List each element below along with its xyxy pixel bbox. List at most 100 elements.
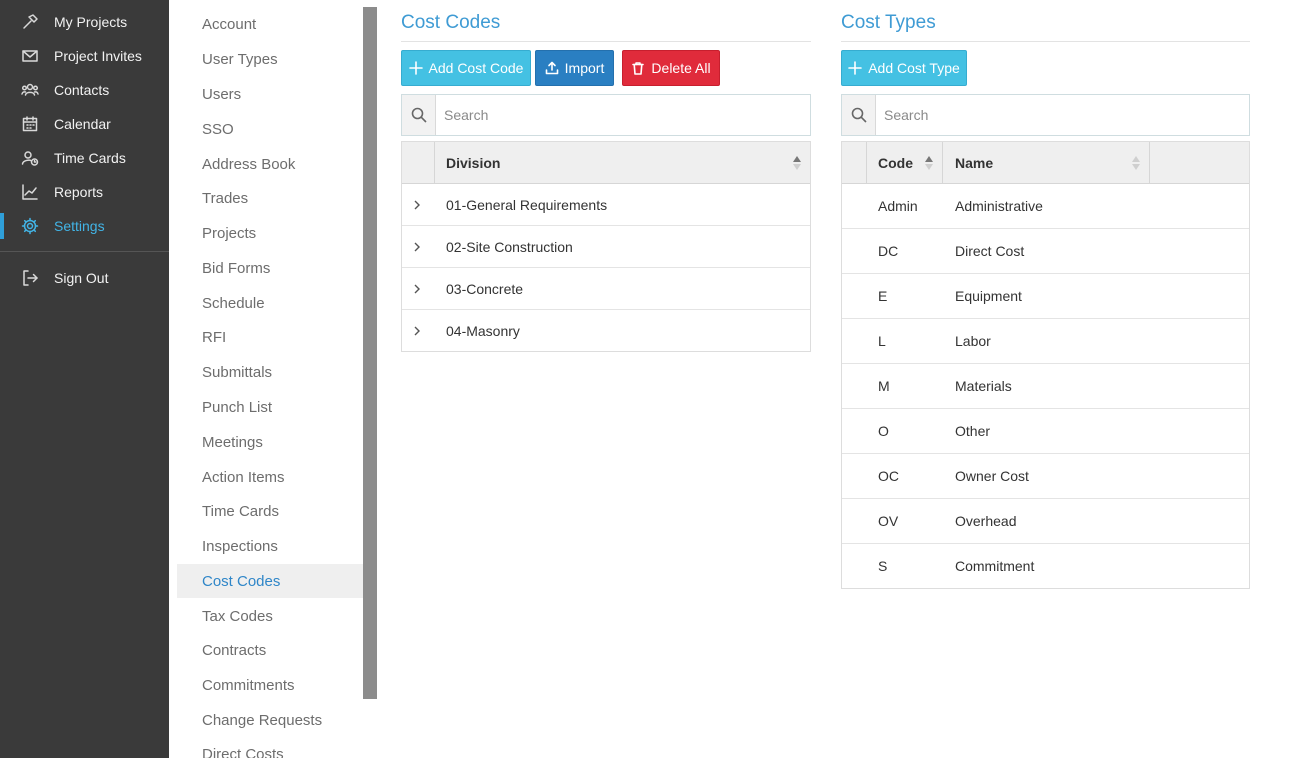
- cost-types-divider: [841, 41, 1250, 42]
- cost-codes-search-input[interactable]: [436, 95, 810, 135]
- nav-item-calendar[interactable]: Calendar: [0, 107, 169, 141]
- table-row[interactable]: Admin Administrative: [842, 184, 1249, 229]
- search-icon: [402, 95, 436, 135]
- cost-codes-title: Cost Codes: [401, 12, 501, 33]
- name-cell: Administrative: [955, 198, 1043, 214]
- nav-item-sign-out[interactable]: Sign Out: [0, 261, 169, 295]
- settings-item-action-items[interactable]: Action Items: [177, 460, 363, 494]
- chevron-right-icon[interactable]: [412, 184, 422, 225]
- chevron-right-icon[interactable]: [412, 268, 422, 309]
- settings-item-commitments[interactable]: Commitments: [177, 668, 363, 702]
- settings-item-projects[interactable]: Projects: [177, 216, 363, 250]
- name-cell: Commitment: [955, 558, 1035, 574]
- division-cell: 01-General Requirements: [446, 196, 608, 213]
- add-cost-type-button[interactable]: Add Cost Type: [841, 50, 967, 86]
- table-row[interactable]: DC Direct Cost: [842, 229, 1249, 274]
- people-icon: [20, 80, 40, 100]
- division-column-header[interactable]: Division: [435, 142, 810, 183]
- chevron-right-icon[interactable]: [412, 310, 422, 351]
- name-cell: Materials: [955, 378, 1012, 394]
- cost-types-table: Code Name Admin Administrative DC Direct…: [841, 141, 1250, 589]
- table-row[interactable]: 03-Concrete: [402, 268, 810, 310]
- nav-item-my-projects[interactable]: My Projects: [0, 5, 169, 39]
- table-row[interactable]: M Materials: [842, 364, 1249, 409]
- settings-item-time-cards[interactable]: Time Cards: [177, 494, 363, 528]
- table-row[interactable]: 02-Site Construction: [402, 226, 810, 268]
- settings-item-address-book[interactable]: Address Book: [177, 147, 363, 181]
- settings-item-bid-forms[interactable]: Bid Forms: [177, 251, 363, 285]
- hammer-icon: [20, 12, 40, 32]
- nav-label: Calendar: [54, 116, 111, 132]
- settings-item-user-types[interactable]: User Types: [177, 42, 363, 76]
- nav-label: My Projects: [54, 14, 128, 30]
- nav-item-time-cards[interactable]: Time Cards: [0, 141, 169, 175]
- sort-icon: [793, 156, 801, 170]
- table-row[interactable]: OV Overhead: [842, 499, 1249, 544]
- code-cell: Admin: [878, 198, 918, 214]
- envelope-icon: [20, 46, 40, 66]
- nav-label: Time Cards: [54, 150, 126, 166]
- settings-item-trades[interactable]: Trades: [177, 181, 363, 215]
- table-row[interactable]: S Commitment: [842, 544, 1249, 588]
- settings-menu-scrollbar[interactable]: [363, 7, 377, 699]
- table-header: Division: [402, 142, 810, 184]
- nav-label: Project Invites: [54, 48, 142, 64]
- code-column-header[interactable]: Code: [867, 142, 943, 183]
- code-cell: OC: [878, 468, 899, 484]
- settings-item-schedule[interactable]: Schedule: [177, 286, 363, 320]
- expand-column-header: [402, 142, 435, 183]
- settings-item-change-requests[interactable]: Change Requests: [177, 703, 363, 737]
- gear-icon: [20, 216, 40, 236]
- nav-label: Reports: [54, 184, 104, 200]
- import-button[interactable]: Import: [535, 50, 614, 86]
- code-cell: O: [878, 423, 889, 439]
- nav-item-project-invites[interactable]: Project Invites: [0, 39, 169, 73]
- sort-asc-icon: [925, 156, 933, 170]
- division-cell: 04-Masonry: [446, 322, 520, 339]
- chevron-right-icon[interactable]: [412, 226, 422, 267]
- add-cost-code-button[interactable]: Add Cost Code: [401, 50, 531, 86]
- plus-icon: [408, 61, 423, 75]
- table-row[interactable]: O Other: [842, 409, 1249, 454]
- settings-item-rfi[interactable]: RFI: [177, 320, 363, 354]
- settings-item-contracts[interactable]: Contracts: [177, 633, 363, 667]
- cost-types-search-input[interactable]: [876, 95, 1249, 135]
- nav-item-contacts[interactable]: Contacts: [0, 73, 169, 107]
- settings-item-account[interactable]: Account: [177, 7, 363, 41]
- settings-item-inspections[interactable]: Inspections: [177, 529, 363, 563]
- select-column-header: [842, 142, 867, 183]
- code-cell: L: [878, 333, 886, 349]
- table-row[interactable]: OC Owner Cost: [842, 454, 1249, 499]
- settings-item-cost-codes[interactable]: Cost Codes: [177, 564, 363, 598]
- division-cell: 03-Concrete: [446, 280, 524, 297]
- calendar-icon: [20, 114, 40, 134]
- settings-item-punch-list[interactable]: Punch List: [177, 390, 363, 424]
- plus-icon: [848, 61, 863, 75]
- name-column-header[interactable]: Name: [943, 142, 1150, 183]
- name-cell: Overhead: [955, 513, 1017, 529]
- name-cell: Direct Cost: [955, 243, 1025, 259]
- cost-codes-divider: [401, 41, 811, 42]
- delete-all-button[interactable]: Delete All: [622, 50, 720, 86]
- nav-label: Sign Out: [54, 270, 109, 286]
- table-row[interactable]: 04-Masonry: [402, 310, 810, 351]
- name-cell: Equipment: [955, 288, 1022, 304]
- nav-item-reports[interactable]: Reports: [0, 175, 169, 209]
- division-cell: 02-Site Construction: [446, 238, 573, 255]
- nav-label: Contacts: [54, 82, 110, 98]
- settings-item-users[interactable]: Users: [177, 77, 363, 111]
- settings-item-meetings[interactable]: Meetings: [177, 425, 363, 459]
- settings-item-sso[interactable]: SSO: [177, 112, 363, 146]
- cost-codes-table: Division 01-General Requirements 02-Site…: [401, 141, 811, 352]
- name-cell: Owner Cost: [955, 468, 1029, 484]
- table-header: Code Name: [842, 142, 1249, 184]
- table-row[interactable]: 01-General Requirements: [402, 184, 810, 226]
- table-row[interactable]: L Labor: [842, 319, 1249, 364]
- nav-item-settings[interactable]: Settings: [0, 209, 169, 243]
- settings-item-tax-codes[interactable]: Tax Codes: [177, 599, 363, 633]
- table-row[interactable]: E Equipment: [842, 274, 1249, 319]
- settings-item-direct-costs[interactable]: Direct Costs: [177, 737, 363, 758]
- code-cell: DC: [878, 243, 899, 259]
- settings-item-submittals[interactable]: Submittals: [177, 355, 363, 389]
- cost-types-title: Cost Types: [841, 12, 936, 33]
